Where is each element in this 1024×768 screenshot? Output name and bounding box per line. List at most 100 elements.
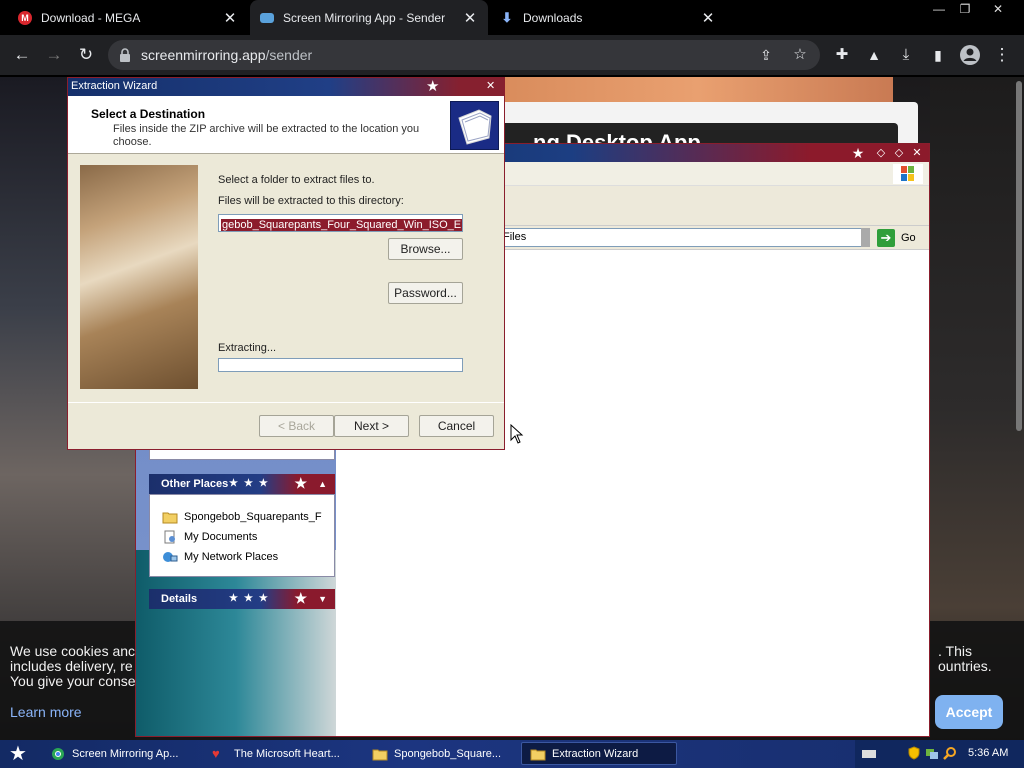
extraction-progress-bar [218,358,463,372]
extracting-label: Extracting... [218,342,277,354]
taskbar-item-microsoft-heart[interactable]: ♥ The Microsoft Heart... [204,742,356,765]
task-pane-background [136,550,336,736]
other-place-spongebob-folder[interactable]: Spongebob_Squarepants_F [162,509,322,525]
clock: 5:36 AM [968,747,1009,759]
cookie-text-left: We use cookies anc includes delivery, re… [10,644,135,689]
close-icon[interactable]: ✕ [222,9,238,27]
share-icon[interactable]: ⇪ [752,41,780,69]
folder-stack-icon [450,101,499,150]
chrome-icon [52,747,64,760]
tab-title: Downloads [523,10,583,25]
tab-downloads[interactable]: ⬇ Downloads ✕ [490,0,726,35]
close-icon[interactable]: ✕ [909,145,925,161]
accept-cookies-button[interactable]: Accept [935,695,1003,729]
background-warm-strip [503,77,893,103]
more-menu-icon[interactable]: ⋮ [988,41,1016,69]
go-arrow-icon: ➔ [877,228,895,247]
address-dropdown[interactable] [861,228,870,247]
tab-mega[interactable]: M Download - MEGA ✕ [8,0,248,35]
security-shield-icon[interactable] [907,746,921,760]
network-icon [163,552,178,562]
close-icon[interactable]: ✕ [700,9,716,27]
taskbar: ★ Screen Mirroring Ap... ♥ The Microsoft… [0,740,1024,768]
folder-icon [530,749,546,760]
close-window-button[interactable]: ✕ [983,0,1013,18]
wizard-subheading: Files inside the ZIP archive will be ext… [113,123,420,148]
star-icon: ★ [294,475,307,491]
folder-icon [372,749,388,760]
select-folder-label: Select a folder to extract files to. [218,174,375,186]
taskbar-item-extraction-wizard[interactable]: Extraction Wizard [521,742,677,765]
wizard-heading: Select a Destination [91,107,206,121]
restore-button[interactable]: ❐ [950,0,980,18]
cancel-button[interactable]: Cancel [419,415,494,437]
side-panel-icon[interactable]: ▮ [924,41,952,69]
previous-panel-body [149,450,335,460]
password-button[interactable]: Password... [388,282,463,304]
star-icon: ★ [851,145,865,161]
directory-label: Files will be extracted to this director… [218,195,404,207]
close-icon[interactable]: ✕ [462,9,478,27]
back-button[interactable]: < Back [259,415,334,437]
system-tray: 5:36 AM [855,740,1024,768]
wizard-header: Select a Destination Files inside the ZI… [68,96,504,154]
page-scrollbar[interactable] [1016,81,1022,431]
tab-screen-mirroring[interactable]: Screen Mirroring App - Sender ✕ [250,0,488,35]
wizard-title: Extraction Wizard [71,80,158,92]
stars-decoration: ★★★ [229,478,274,489]
minimize-button[interactable]: ◇ [873,145,889,161]
windows-logo-icon [893,164,923,184]
star-icon: ★ [426,78,440,95]
heart-icon: ♥ [212,745,220,761]
lock-icon [120,48,130,62]
details-header[interactable]: Details ★★★ ★ ▼ [149,589,335,609]
mega-icon: M [18,10,32,25]
other-places-body: Spongebob_Squarepants_F My Documents My … [149,494,335,577]
profile-avatar[interactable] [956,41,984,69]
wizard-titlebar[interactable]: Extraction Wizard ★ ✕ [68,78,504,96]
extensions-icon[interactable]: ✚ [828,41,856,69]
labs-flask-icon[interactable]: ▲ [860,41,888,69]
tab-title: Download - MEGA [41,10,141,25]
bookmark-star-icon[interactable]: ☆ [786,41,814,69]
chevron-down-icon[interactable]: ▼ [318,589,327,609]
maximize-button[interactable]: ◇ [891,145,907,161]
start-button[interactable]: ★ [6,742,30,766]
taskbar-item-spongebob-folder[interactable]: Spongebob_Square... [364,742,516,765]
other-place-my-documents[interactable]: My Documents [162,529,257,545]
close-icon[interactable]: ✕ [486,79,495,92]
star-icon: ★ [294,590,307,606]
wizard-divider [68,402,504,403]
reload-button[interactable]: ↻ [72,41,100,69]
screen-mirroring-icon [260,12,274,23]
next-button[interactable]: Next > [334,415,409,437]
stars-decoration: ★★★ [229,593,274,604]
network-status-icon[interactable] [925,746,939,760]
address-bar[interactable]: screenmirroring.app/sender ⇪ ☆ [108,40,820,70]
cookie-text-right: . This ountries. [938,644,992,674]
forward-button[interactable]: → [40,41,68,69]
other-place-network[interactable]: My Network Places [162,549,278,565]
learn-more-link[interactable]: Learn more [10,704,82,720]
back-button[interactable]: ← [8,41,36,69]
taskbar-item-screen-mirroring[interactable]: Screen Mirroring Ap... [42,742,194,765]
destination-path-field[interactable]: gebob_Squarepants_Four_Squared_Win_ISO_E… [218,214,463,232]
documents-icon [164,530,175,544]
mouse-cursor-icon [510,424,524,444]
go-button[interactable]: ➔ Go [877,228,916,247]
keyboard-icon[interactable] [862,750,876,758]
extraction-wizard-dialog[interactable]: Extraction Wizard ★ ✕ Select a Destinati… [67,77,505,450]
wizard-side-image [80,165,198,389]
chevron-up-icon[interactable]: ▲ [318,474,327,494]
folder-icon [162,512,178,524]
other-places-header[interactable]: Other Places ★★★ ★ ▲ [149,474,335,494]
tab-title: Screen Mirroring App - Sender [283,10,446,25]
search-icon[interactable] [943,746,957,760]
browser-tab-strip: M Download - MEGA ✕ Screen Mirroring App… [0,0,1024,35]
browse-button[interactable]: Browse... [388,238,463,260]
download-icon: ⬇ [501,9,513,25]
address-field[interactable]: Files [496,228,870,247]
url-text: screenmirroring.app/sender [141,47,313,63]
browser-toolbar: ← → ↻ screenmirroring.app/sender ⇪ ☆ ✚ ▲… [0,35,1024,75]
downloads-icon[interactable]: ⤓ [892,41,920,69]
